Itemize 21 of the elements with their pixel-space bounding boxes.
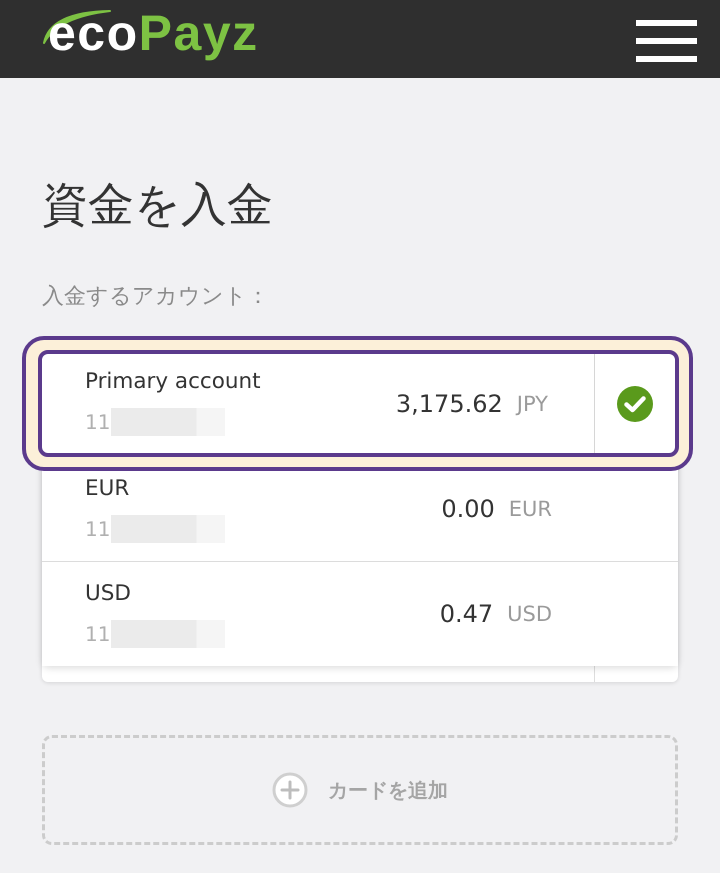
page-title: 資金を入金 xyxy=(42,176,274,232)
account-number: 11 xyxy=(85,621,110,648)
currency-code: EUR xyxy=(508,496,552,523)
account-balance: 0.00 xyxy=(441,494,495,525)
account-option[interactable]: Primary account 11 3,175.62 JPY xyxy=(38,350,679,457)
account-balance: 3,175.62 xyxy=(396,388,503,420)
check-circle-icon xyxy=(617,386,653,422)
menu-button[interactable] xyxy=(636,20,697,62)
logo[interactable]: ecoPayz xyxy=(42,0,259,59)
account-name: Primary account xyxy=(85,368,261,396)
menu-icon xyxy=(636,20,697,62)
plus-circle-icon xyxy=(272,772,308,808)
account-option[interactable]: USD 11 0.47 USD xyxy=(42,562,678,666)
account-number: 11 xyxy=(85,516,110,543)
account-balance: 0.47 xyxy=(440,599,494,630)
currency-code: USD xyxy=(507,601,552,628)
currency-code: JPY xyxy=(516,390,548,418)
account-name: EUR xyxy=(85,475,130,503)
account-name: USD xyxy=(85,580,131,608)
account-number: 11 xyxy=(85,409,110,436)
account-label: 入金するアカウント： xyxy=(42,283,270,311)
